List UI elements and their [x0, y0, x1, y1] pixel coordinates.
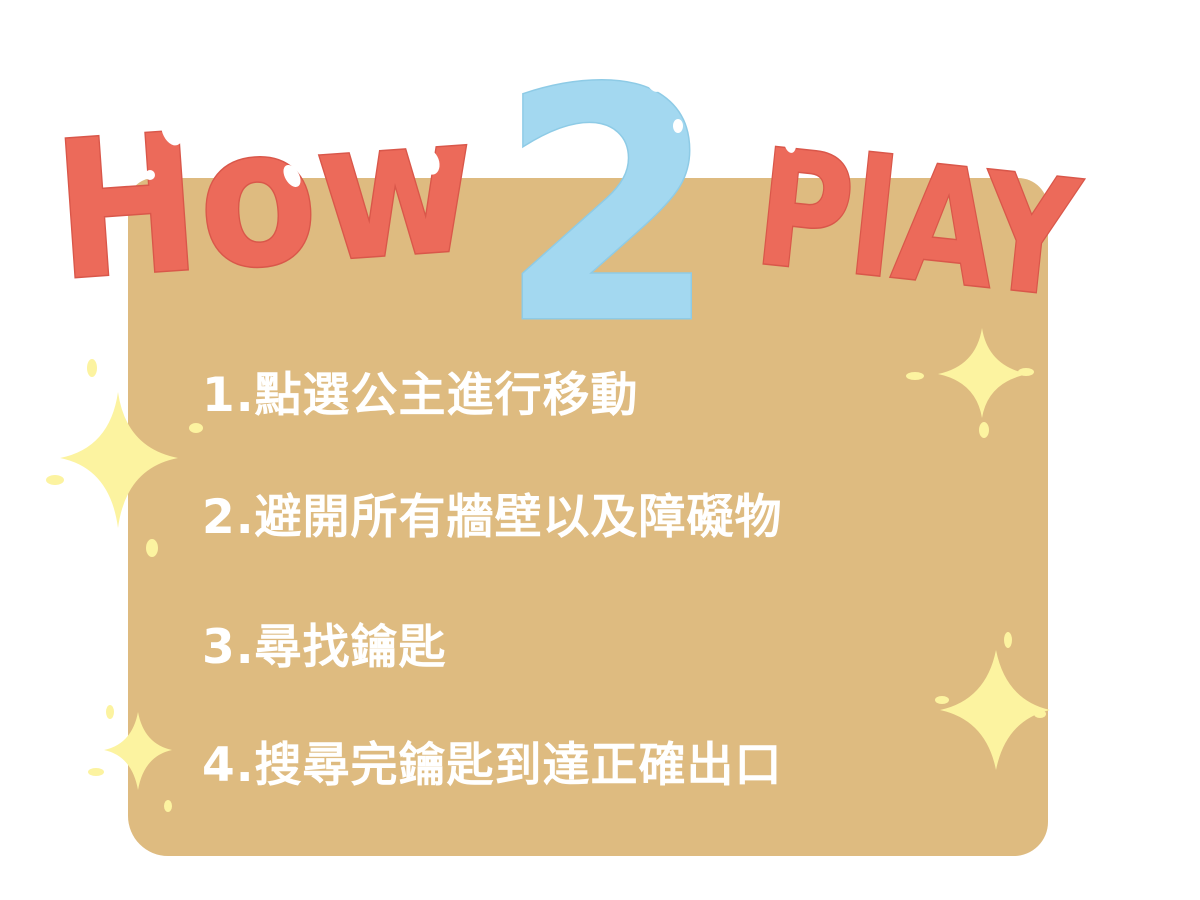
- sparkle-icon: [906, 328, 1034, 438]
- title-number: 2: [498, 22, 718, 340]
- instruction-1: 1.點選公主進行移動: [202, 368, 639, 423]
- title-play: PlAY: [748, 114, 1088, 334]
- title-banner: How 2 PlAY: [46, 21, 1089, 341]
- instruction-2: 2.避開所有牆壁以及障礙物: [202, 490, 783, 545]
- sparkle-icon: [935, 632, 1050, 770]
- title-how: How: [48, 73, 482, 323]
- sparkle-icon: [88, 705, 172, 812]
- instruction-3: 3.尋找鑰匙: [202, 620, 447, 675]
- sparkle-icon: [46, 359, 203, 557]
- instruction-4: 4.搜尋完鑰匙到達正確出口: [202, 738, 783, 793]
